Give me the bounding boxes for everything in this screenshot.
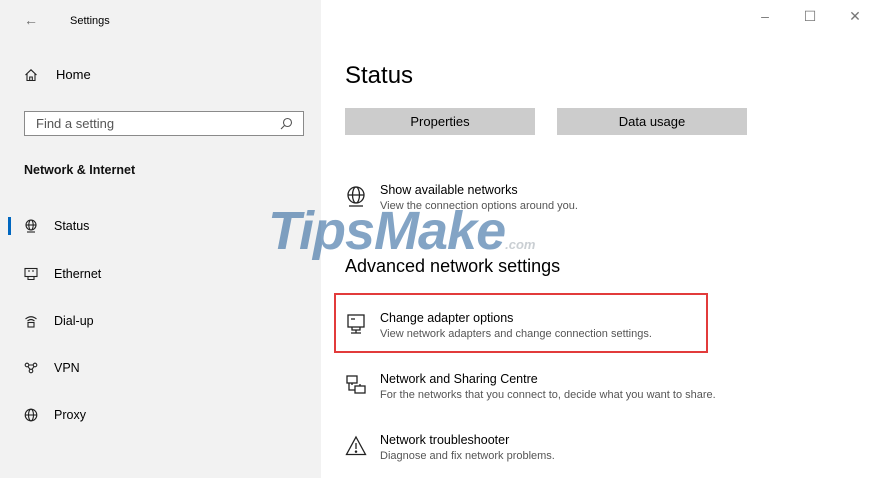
watermark: TipsMake.com <box>268 200 535 262</box>
option-desc: Diagnose and fix network problems. <box>380 450 555 462</box>
search-input[interactable] <box>36 116 266 131</box>
watermark-suffix: .com <box>505 237 536 252</box>
sidebar-item-label: Proxy <box>54 408 86 422</box>
home-label: Home <box>56 67 91 82</box>
sidebar-item-label: Dial-up <box>54 314 94 328</box>
watermark-text: TipsMake <box>268 201 506 261</box>
sidebar-item-label: Ethernet <box>54 267 102 281</box>
sidebar-item-label: Status <box>54 219 90 233</box>
page-title: Status <box>345 62 414 89</box>
vpn-icon <box>24 362 38 374</box>
adapter-icon <box>347 314 365 334</box>
option-title: Show available networks <box>380 183 518 197</box>
ethernet-icon <box>24 267 38 281</box>
selection-indicator <box>8 217 11 235</box>
data-usage-button[interactable]: Data usage <box>557 108 747 135</box>
home-icon <box>25 68 37 81</box>
search-box[interactable] <box>24 111 304 136</box>
close-button[interactable]: ✕ <box>845 8 865 25</box>
minimize-button[interactable]: – <box>755 8 775 24</box>
option-title: Network troubleshooter <box>380 433 510 447</box>
option-desc: For the networks that you connect to, de… <box>380 389 716 401</box>
globe-status-icon <box>25 219 37 233</box>
properties-button[interactable]: Properties <box>345 108 535 135</box>
globe-icon <box>24 408 38 422</box>
option-title: Change adapter options <box>380 311 514 325</box>
maximize-button[interactable]: ☐ <box>800 8 820 25</box>
search-icon[interactable] <box>280 117 293 130</box>
back-arrow-icon[interactable]: ← <box>24 12 38 28</box>
warning-icon <box>345 435 367 456</box>
app-title: Settings <box>70 15 110 27</box>
dialup-icon <box>25 316 37 328</box>
sidebar-item-vpn[interactable]: VPN <box>0 354 321 382</box>
sidebar-item-ethernet[interactable]: Ethernet <box>0 260 321 288</box>
sharing-centre-icon <box>346 375 366 394</box>
sidebar-item-label: VPN <box>54 361 80 375</box>
option-desc: View network adapters and change connect… <box>380 328 652 340</box>
sidebar-item-dialup[interactable]: Dial-up <box>0 307 321 335</box>
home-link[interactable]: Home <box>24 67 91 82</box>
option-title: Network and Sharing Centre <box>380 372 538 386</box>
sidebar-item-proxy[interactable]: Proxy <box>0 401 321 429</box>
section-title: Network & Internet <box>24 163 136 177</box>
